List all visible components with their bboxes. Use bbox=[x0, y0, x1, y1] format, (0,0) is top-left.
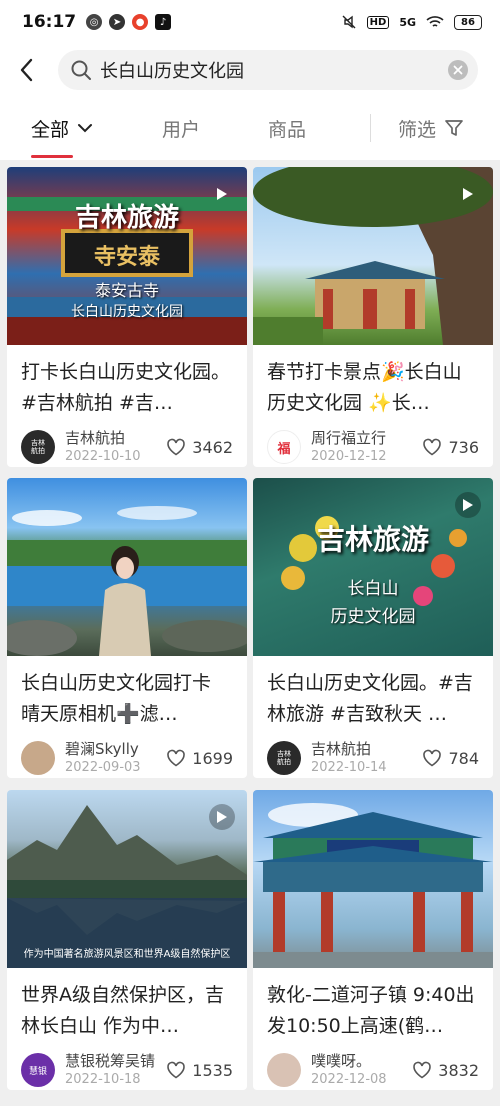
avatar[interactable]: 吉林航拍 bbox=[267, 741, 301, 775]
results-grid: 吉林旅游 寺安泰 泰安古寺 长白山历史文化园 打卡长白山历史文化园。#吉林航拍 … bbox=[0, 160, 500, 1106]
filter-label: 筛选 bbox=[398, 118, 437, 141]
like-count: 1699 bbox=[192, 748, 233, 768]
overlay-title: 吉林旅游 bbox=[316, 523, 429, 556]
like-count: 1535 bbox=[192, 1060, 233, 1080]
post-date: 2022-10-14 bbox=[311, 759, 387, 775]
overlay-sub2: 历史文化园 bbox=[330, 607, 416, 627]
close-icon bbox=[453, 65, 463, 75]
result-card[interactable]: 春节打卡景点🎉长白山历史文化园 ✨长… 福 周行福立行 2020-12-12 7… bbox=[253, 167, 493, 467]
photo-thumbnail bbox=[253, 790, 493, 968]
wifi-icon bbox=[426, 16, 444, 27]
avatar[interactable]: 慧银 bbox=[21, 1053, 55, 1087]
username[interactable]: 慧银税筹吴锖 bbox=[65, 1052, 166, 1071]
like-button[interactable]: 1699 bbox=[166, 749, 233, 768]
filter-button[interactable]: 筛选 bbox=[398, 96, 464, 160]
username[interactable]: 周行福立行 bbox=[311, 429, 422, 448]
result-card[interactable]: 吉林旅游 长白山 历史文化园 长白山历史文化园。#吉林旅游 #吉致秋天 … 吉林… bbox=[253, 478, 493, 778]
tab-users[interactable]: 用户 bbox=[162, 96, 200, 160]
like-count: 3832 bbox=[438, 1060, 479, 1080]
result-card[interactable]: 长白山历史文化园打卡 晴天原相机➕滤… 碧澜Skylly 2022-09-03 … bbox=[7, 478, 247, 778]
play-icon bbox=[455, 181, 481, 207]
post-date: 2022-10-10 bbox=[65, 448, 141, 464]
weibo-icon: ● bbox=[132, 14, 149, 30]
result-card[interactable]: 吉林旅游 寺安泰 泰安古寺 长白山历史文化园 打卡长白山历史文化园。#吉林航拍 … bbox=[7, 167, 247, 467]
card-title: 长白山历史文化园打卡 晴天原相机➕滤… bbox=[21, 672, 212, 725]
heart-icon bbox=[423, 749, 442, 767]
card-title: 春节打卡景点🎉长白山历史文化园 ✨长… bbox=[267, 361, 462, 414]
network-label: 5G bbox=[399, 15, 416, 29]
compass-icon: ➤ bbox=[109, 14, 126, 30]
like-button[interactable]: 736 bbox=[422, 438, 479, 457]
username[interactable]: 噗噗呀。 bbox=[311, 1052, 412, 1071]
back-button[interactable] bbox=[2, 46, 50, 94]
tab-all[interactable]: 全部 bbox=[31, 96, 93, 160]
like-button[interactable]: 3462 bbox=[166, 438, 233, 457]
post-date: 2022-12-08 bbox=[311, 1071, 387, 1087]
card-title: 长白山历史文化园。#吉林旅游 #吉致秋天 … bbox=[267, 672, 473, 725]
video-thumbnail: 作为中国著名旅游风景区和世界A级自然保护区 bbox=[7, 790, 247, 968]
result-card[interactable]: 作为中国著名旅游风景区和世界A级自然保护区 世界A级自然保护区，吉林长白山 作为… bbox=[7, 790, 247, 1090]
card-title: 打卡长白山历史文化园。#吉林航拍 #吉… bbox=[21, 361, 231, 414]
avatar[interactable] bbox=[21, 741, 55, 775]
tab-divider bbox=[370, 114, 371, 142]
result-card[interactable]: 敦化-二道河子镇 9:40出发10:50上高速(鹤… 噗噗呀。 2022-12-… bbox=[253, 790, 493, 1090]
clear-button[interactable] bbox=[448, 60, 468, 80]
overlay-sub2: 长白山历史文化园 bbox=[71, 304, 183, 320]
search-icon bbox=[71, 60, 91, 80]
username[interactable]: 吉林航拍 bbox=[65, 429, 166, 448]
photo-thumbnail bbox=[7, 478, 247, 656]
username[interactable]: 碧澜Skylly bbox=[65, 740, 166, 759]
tab-all-label: 全部 bbox=[31, 118, 70, 141]
post-date: 2022-09-03 bbox=[65, 759, 141, 775]
tab-users-label: 用户 bbox=[162, 118, 201, 141]
tiktok-icon: ♪ bbox=[155, 14, 172, 30]
like-button[interactable]: 3832 bbox=[412, 1061, 479, 1080]
card-title: 敦化-二道河子镇 9:40出发10:50上高速(鹤… bbox=[267, 984, 475, 1037]
plaque-text: 寺安泰 bbox=[93, 245, 160, 270]
tab-underline bbox=[31, 155, 73, 158]
play-icon bbox=[455, 492, 481, 518]
like-count: 784 bbox=[448, 748, 479, 768]
avatar[interactable] bbox=[267, 1053, 301, 1087]
overlay-sub: 泰安古寺 bbox=[94, 281, 159, 300]
status-time: 16:17 bbox=[22, 12, 77, 32]
post-date: 2020-12-12 bbox=[311, 448, 387, 464]
heart-icon bbox=[167, 1061, 186, 1079]
status-bar: 16:17 ◎ ➤ ● ♪ HD 5G 86 bbox=[0, 0, 500, 44]
tab-bar: 全部 用户 商品 筛选 bbox=[0, 96, 500, 160]
like-button[interactable]: 784 bbox=[422, 749, 479, 768]
overlay-title: 吉林旅游 bbox=[74, 203, 179, 233]
like-button[interactable]: 1535 bbox=[166, 1061, 233, 1080]
post-date: 2022-10-18 bbox=[65, 1071, 141, 1087]
like-count: 736 bbox=[448, 437, 479, 457]
mute-icon bbox=[342, 15, 356, 29]
tab-goods-label: 商品 bbox=[268, 118, 307, 141]
search-query: 长白山历史文化园 bbox=[100, 61, 244, 82]
play-icon bbox=[209, 804, 235, 830]
back-arrow-icon bbox=[20, 58, 33, 82]
card-title: 世界A级自然保护区，吉林长白山 作为中… bbox=[21, 984, 224, 1037]
video-thumbnail: 吉林旅游 寺安泰 泰安古寺 长白山历史文化园 bbox=[7, 167, 247, 345]
battery-icon: 86 bbox=[454, 14, 482, 30]
chevron-down-icon bbox=[78, 124, 93, 133]
avatar[interactable]: 吉林航拍 bbox=[21, 430, 55, 464]
play-icon bbox=[209, 181, 235, 207]
avatar[interactable]: 福 bbox=[267, 430, 301, 464]
heart-icon bbox=[167, 438, 186, 456]
search-input[interactable]: 长白山历史文化园 bbox=[58, 50, 478, 90]
video-caption: 作为中国著名旅游风景区和世界A级自然保护区 bbox=[23, 949, 231, 960]
tab-goods[interactable]: 商品 bbox=[268, 96, 306, 160]
hd-badge: HD bbox=[366, 15, 390, 29]
overlay-sub: 长白山 bbox=[347, 579, 399, 599]
like-count: 3462 bbox=[192, 437, 233, 457]
video-thumbnail: 吉林旅游 长白山 历史文化园 bbox=[253, 478, 493, 656]
heart-icon bbox=[423, 438, 442, 456]
heart-icon bbox=[413, 1061, 432, 1079]
username[interactable]: 吉林航拍 bbox=[311, 740, 422, 759]
filter-icon bbox=[445, 120, 463, 136]
video-thumbnail bbox=[253, 167, 493, 345]
heart-icon bbox=[167, 749, 186, 767]
search-header: 长白山历史文化园 bbox=[0, 44, 500, 96]
app-icon: ◎ bbox=[86, 14, 103, 30]
